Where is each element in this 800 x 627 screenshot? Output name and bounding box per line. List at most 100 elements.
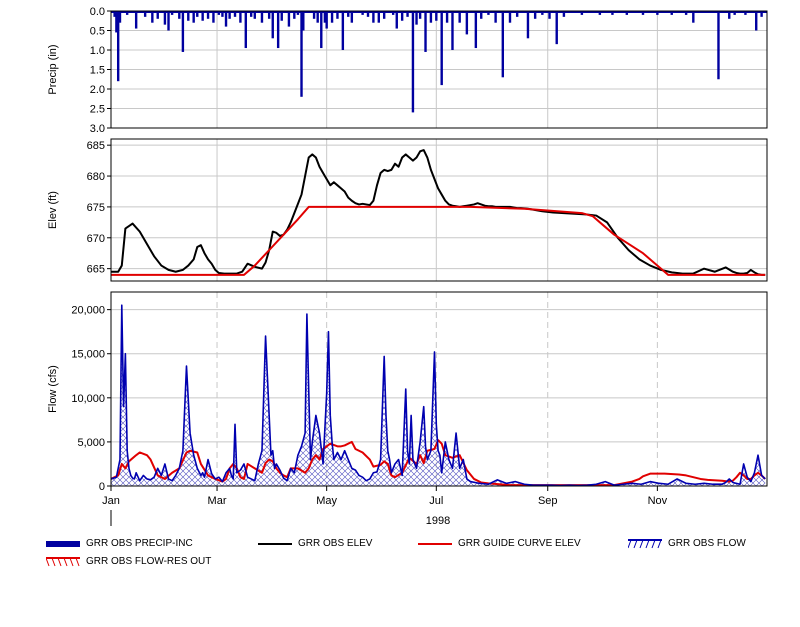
precip-ytick-label: 1.5 xyxy=(90,65,105,77)
precip-bar xyxy=(755,11,758,31)
precip-bar xyxy=(760,11,763,17)
legend-item-resout: GRR OBS FLOW-RES OUT xyxy=(46,556,211,567)
x-tick-label: Jul xyxy=(429,495,443,507)
precip-bar xyxy=(508,11,512,23)
legend-label-elev: GRR OBS ELEV xyxy=(298,538,373,549)
precip-bar xyxy=(167,11,170,31)
precip-bar xyxy=(233,11,237,17)
precip-bar xyxy=(224,11,228,27)
precip-bar xyxy=(411,11,415,113)
precip-bar xyxy=(598,11,602,15)
precip-bar xyxy=(406,11,409,17)
precip-bar xyxy=(217,11,221,15)
elev-ytick-label: 665 xyxy=(87,264,105,276)
precip-bar xyxy=(625,11,629,15)
legend-item-precip: GRR OBS PRECIP-INC xyxy=(46,538,193,549)
x-tick-label: Nov xyxy=(648,495,668,507)
precip-bar xyxy=(312,11,316,19)
precip-bar xyxy=(533,11,537,19)
precip-bar xyxy=(541,11,544,15)
elev-ytick-label: 670 xyxy=(87,233,105,245)
precip-bar xyxy=(692,11,695,23)
precip-bar xyxy=(400,11,404,21)
legend-item-elev: GRR OBS ELEV xyxy=(258,538,372,549)
precip-bar xyxy=(253,11,256,19)
precip-bar xyxy=(325,11,328,29)
precip-bar xyxy=(260,11,264,23)
legend-item-flow: GRR OBS FLOW xyxy=(628,538,746,549)
precip-panel: 0.0 0.5 1.0 1.5 2.0 2.5 3.0 Precip (in) xyxy=(47,6,768,135)
precip-bar xyxy=(336,11,339,19)
precip-bar xyxy=(181,11,185,52)
precip-bar xyxy=(382,11,386,19)
precip-bar xyxy=(555,11,558,45)
precip-bar xyxy=(212,11,215,23)
precip-bar xyxy=(733,11,736,15)
precip-ytick-label: 0.5 xyxy=(90,26,105,38)
precip-bar xyxy=(287,11,291,27)
precip-bar xyxy=(744,11,747,15)
precip-bar xyxy=(440,11,443,86)
obs-elev-line xyxy=(111,149,766,276)
precip-bar xyxy=(206,11,210,19)
x-axis: Jan Mar May Jul Sep Nov 1998 xyxy=(102,486,668,527)
legend-swatch-precip xyxy=(46,539,80,549)
precip-bar xyxy=(156,11,159,19)
precip-bar xyxy=(474,11,478,49)
precip-bar xyxy=(372,11,375,23)
flow-ytick-label: 10,000 xyxy=(71,393,105,405)
precip-bar xyxy=(163,11,167,25)
elev-ytick-label: 675 xyxy=(87,202,105,214)
precip-bar xyxy=(526,11,530,39)
precip-bar xyxy=(717,11,720,80)
precip-bar xyxy=(143,11,147,17)
precip-bar xyxy=(494,11,497,23)
precip-bar xyxy=(418,11,422,19)
precip-bar xyxy=(366,11,370,17)
flow-ylabel: Flow (cfs) xyxy=(47,365,59,413)
legend: GRR OBS PRECIP-INC GRR OBS ELEV GRR GUID… xyxy=(0,534,800,574)
flow-ytick-label: 20,000 xyxy=(71,305,105,317)
precip-ytick-label: 1.0 xyxy=(90,45,105,57)
precip-bar xyxy=(293,11,296,19)
legend-label-flow: GRR OBS FLOW xyxy=(668,538,746,549)
precip-bar xyxy=(302,11,305,31)
precip-bar xyxy=(178,11,181,19)
precip-bar xyxy=(341,11,345,50)
precip-bar xyxy=(330,11,334,23)
legend-swatch-elev xyxy=(258,539,292,549)
precip-bar xyxy=(415,11,418,25)
legend-swatch-resout xyxy=(46,556,80,567)
precip-bar xyxy=(670,11,673,15)
precip-bar xyxy=(296,11,300,15)
precip-bar xyxy=(201,11,204,21)
precip-bar xyxy=(361,11,364,15)
precip-ytick-label: 3.0 xyxy=(90,123,105,135)
precip-bar xyxy=(458,11,461,23)
precip-bar xyxy=(244,11,247,49)
precip-bar xyxy=(377,11,380,23)
precip-bar xyxy=(451,11,454,50)
precip-bar xyxy=(221,11,224,17)
flow-ytick-label: 15,000 xyxy=(71,349,105,361)
precip-bar xyxy=(465,11,469,35)
precip-bar xyxy=(501,11,505,78)
precip-bar xyxy=(239,11,242,23)
precip-bar xyxy=(350,11,354,23)
elev-ytick-label: 685 xyxy=(87,140,105,152)
precip-bar xyxy=(192,11,195,23)
precip-bar xyxy=(249,11,253,17)
precip-bar xyxy=(611,11,614,15)
precip-bar xyxy=(424,11,427,52)
flow-ytick-label: 0 xyxy=(99,481,105,493)
precip-bar xyxy=(728,11,731,19)
x-tick-label: Jan xyxy=(102,495,120,507)
precip-bar xyxy=(562,11,566,17)
legend-item-guide: GRR GUIDE CURVE ELEV xyxy=(418,538,581,549)
precip-bar xyxy=(445,11,449,23)
precip-bar xyxy=(170,11,174,15)
x-tick-label: Sep xyxy=(538,495,558,507)
legend-swatch-flow xyxy=(628,538,662,549)
precip-bar xyxy=(487,11,490,15)
precip-bar xyxy=(187,11,190,21)
